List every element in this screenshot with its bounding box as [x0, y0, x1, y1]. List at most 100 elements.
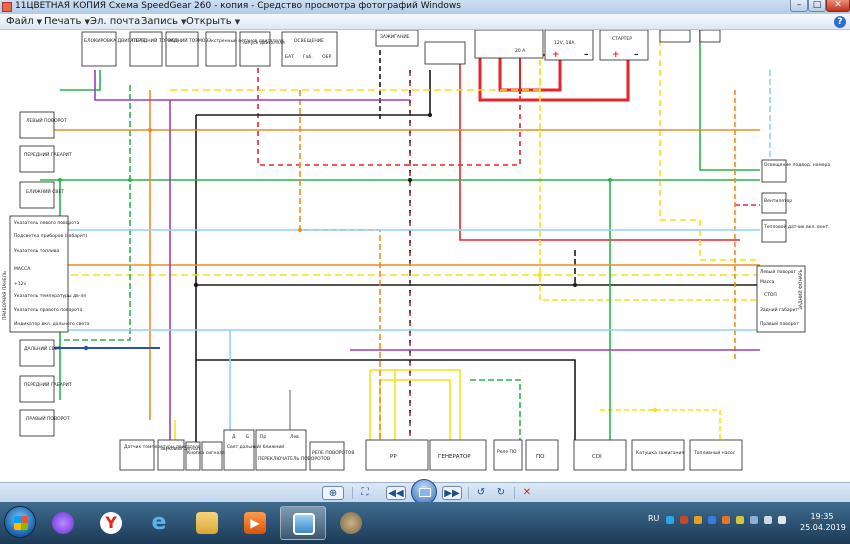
- plate-light: Освещение подвод. номера: [764, 162, 830, 168]
- rear-row-ground: Масса: [760, 279, 775, 285]
- photo-viewer-icon[interactable]: [280, 506, 326, 540]
- panel-row-temp: Указатель температуры дв-ля: [14, 293, 86, 299]
- play-glyph: ▶: [244, 512, 266, 534]
- file-explorer-icon[interactable]: [184, 506, 230, 540]
- switch-label-lev: Лев: [290, 434, 299, 440]
- fuel-pump: Топливный насос: [693, 449, 736, 456]
- photo-viewer-window: 11ЦВЕТНАЯ КОПИЯ Схема SpeedGear 260 - ко…: [0, 0, 850, 544]
- toolbar-separator: [468, 487, 469, 499]
- menu-print-label: Печать: [44, 16, 82, 27]
- rr-regulator: РР: [390, 454, 397, 460]
- menu-email[interactable]: Эл. почта: [90, 16, 140, 27]
- ignition-coil: Катушка зажигания: [636, 450, 684, 456]
- taskbar: Y e ▶ RU 19:35 25.04.2019: [0, 502, 850, 544]
- menu-burn-label: Запись: [141, 16, 178, 27]
- clock[interactable]: 19:35 25.04.2019: [800, 511, 846, 533]
- rear-row-tail: Задний габарит: [760, 306, 798, 313]
- clock-date: 25.04.2019: [800, 523, 846, 532]
- panel-row-right-turn: Указатель правого поворота: [14, 307, 83, 313]
- gimp-glyph: [340, 512, 362, 534]
- chevron-down-icon: ▼: [234, 18, 241, 26]
- box-rear-brake: ЗАДНИЙ ТОРМОЗ: [168, 37, 208, 44]
- magnifier-icon[interactable]: ⊕: [322, 486, 344, 500]
- gimp-icon[interactable]: [328, 506, 374, 540]
- fan-thermo-sensor: Тепловой датчик вкл. вент.: [763, 223, 830, 230]
- photo-glyph: [293, 513, 315, 535]
- switch-label-pr: Пр: [260, 434, 266, 440]
- app-icon: [2, 2, 12, 12]
- rear-row-stop: СТОП: [764, 292, 777, 298]
- alice-glyph: [52, 512, 74, 534]
- fit-icon[interactable]: ⛶: [358, 486, 372, 500]
- box-lighting: ОСВЕЩЕНИЕ: [294, 38, 324, 44]
- svg-text:+: +: [612, 50, 620, 60]
- yandex-browser-icon[interactable]: Y: [88, 506, 134, 540]
- menu-file[interactable]: Файл ▼: [6, 16, 42, 27]
- skype-icon[interactable]: [666, 516, 674, 524]
- delete-icon[interactable]: ✕: [520, 486, 534, 500]
- windows-logo-icon: [14, 516, 28, 530]
- chevron-down-icon: ▼: [36, 18, 43, 26]
- box-fuse: 20 А: [515, 48, 526, 54]
- start-button[interactable]: [4, 506, 36, 538]
- image-canvas[interactable]: БЛОКИРОВКА ДВИГАТЕЛЯ ПЕРЕДНИЙ ТОРМОЗ ЗАД…: [0, 30, 850, 482]
- yandex-tray-icon[interactable]: [680, 516, 688, 524]
- minimize-button[interactable]: –: [790, 0, 808, 12]
- rear-row-right-turn: Правый поворот: [760, 320, 799, 327]
- internet-explorer-icon[interactable]: e: [136, 506, 182, 540]
- generator: ГЕНЕРАТОР: [438, 454, 471, 460]
- horn-button: Кнопка сигнала: [187, 450, 225, 456]
- switch-label-b: Б: [246, 434, 249, 440]
- lighting-obr: ОБР: [322, 54, 332, 60]
- tray-app-icon[interactable]: [722, 516, 730, 524]
- tray-app-icon[interactable]: [708, 516, 716, 524]
- close-button[interactable]: ✕: [826, 0, 850, 12]
- svg-text:–: –: [634, 50, 639, 60]
- tray-app-icon[interactable]: [736, 516, 744, 524]
- panel-row-fuel: Указатель топлива: [14, 248, 59, 254]
- menu-open[interactable]: Открыть ▼: [186, 16, 240, 27]
- menu-print[interactable]: Печать ▼: [44, 16, 90, 27]
- cdi: CDI: [592, 454, 602, 460]
- box-starter: СТАРТЕР: [612, 36, 632, 42]
- menu-burn[interactable]: Запись ▼: [141, 16, 186, 27]
- next-icon[interactable]: ▶▶: [442, 486, 462, 500]
- folder-glyph: [196, 512, 218, 534]
- front-marker-left: ПЕРЕДНИЙ ГАБАРИТ: [24, 151, 72, 158]
- panel-row-12v: +12v: [14, 281, 26, 287]
- switch-label-d: Д: [232, 434, 236, 440]
- box-battery: 12V, 18A: [554, 40, 575, 46]
- low-beam: БЛИЖНИЙ СВЕТ: [26, 188, 64, 195]
- slideshow-screen: [419, 488, 431, 497]
- rear-row-left-turn: Левый поворот: [760, 268, 796, 275]
- window-title: 11ЦВЕТНАЯ КОПИЯ Схема SpeedGear 260 - ко…: [15, 1, 461, 11]
- action-center-icon[interactable]: [764, 516, 772, 524]
- panel-row-ground: МАССА: [14, 266, 31, 272]
- menu-email-label: Эл. почта: [90, 16, 141, 27]
- beam-switch: Свет дальний/ ближний: [227, 443, 284, 450]
- network-icon[interactable]: [750, 516, 758, 524]
- box-engine-start: Запуск двигателя: [242, 40, 285, 46]
- viewer-toolbar: ⊕ ⛶ ◀◀ ▶▶ ↺ ↻ ✕: [0, 479, 850, 505]
- svg-text:–: –: [584, 50, 589, 60]
- maximize-button[interactable]: □: [808, 0, 826, 12]
- previous-icon[interactable]: ◀◀: [386, 486, 406, 500]
- language-indicator[interactable]: RU: [648, 514, 659, 523]
- yandex-glyph: Y: [100, 512, 122, 534]
- alice-icon[interactable]: [40, 506, 86, 540]
- right-turn-front: ПРАВЫЙ ПОВОРОТ: [26, 415, 70, 422]
- left-turn-front: ЛЕВЫЙ ПОВОРОТ: [26, 117, 67, 124]
- rotate-right-icon[interactable]: ↻: [494, 486, 508, 500]
- help-icon[interactable]: ?: [834, 16, 846, 28]
- rotate-left-icon[interactable]: ↺: [474, 486, 488, 500]
- clock-time: 19:35: [810, 512, 834, 521]
- panel-row-left-turn: Указатель левого поворота: [14, 220, 80, 226]
- toolbar-separator: [352, 487, 353, 499]
- tray-app-icon[interactable]: [694, 516, 702, 524]
- menu-open-label: Открыть: [186, 16, 232, 27]
- media-player-icon[interactable]: ▶: [232, 506, 278, 540]
- ie-glyph: e: [151, 510, 167, 535]
- volume-icon[interactable]: [778, 516, 786, 524]
- front-marker-right: ПЕРЕДНИЙ ГАБАРИТ: [24, 381, 72, 388]
- instrument-panel-label: ПРИБОРНАЯ ПАНЕЛЬ: [2, 271, 8, 320]
